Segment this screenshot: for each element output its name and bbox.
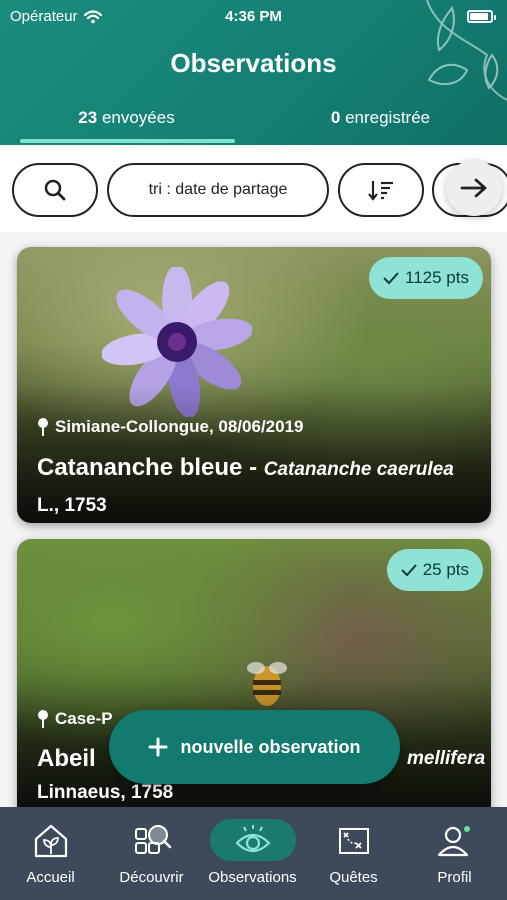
tab-saved-count: 0 — [330, 108, 341, 127]
location-text: Case-P — [55, 709, 113, 728]
check-icon — [383, 272, 399, 285]
tab-sent-label: envoyées — [101, 108, 175, 127]
tab-sent-count: 23 — [78, 108, 98, 127]
status-bar: Opérateur 4:36 PM — [0, 6, 507, 28]
filter-bar: tri : date de partage — [0, 160, 507, 222]
location-pin-icon — [38, 418, 48, 436]
observation-card[interactable]: 1125 pts Simiane-Collongue, 08/06/2019 C… — [17, 247, 491, 523]
common-name: Catananche bleue - — [37, 454, 264, 481]
nav-item-observations[interactable]: Observations — [202, 807, 303, 900]
new-observation-label: nouvelle observation — [180, 736, 361, 757]
clock: 4:36 PM — [225, 8, 282, 25]
plus-icon — [148, 737, 168, 757]
sort-select[interactable]: tri : date de partage — [107, 163, 329, 217]
tabs: 23 envoyées 0 enregistrée — [0, 108, 507, 145]
tab-saved[interactable]: 0 enregistrée — [254, 108, 507, 145]
tab-saved-label: enregistrée — [345, 108, 431, 127]
discover-grid-icon — [134, 825, 171, 854]
eye-icon — [234, 825, 271, 853]
points-value: 25 pts — [422, 560, 469, 579]
battery-icon — [467, 10, 496, 23]
sort-label: tri : date de partage — [148, 181, 288, 198]
nav-label: Accueil — [26, 869, 75, 886]
sort-descending-icon — [368, 181, 393, 201]
nav-label: Découvrir — [119, 869, 184, 886]
points-badge: 1125 pts — [369, 257, 483, 299]
observation-location: Case-P — [37, 709, 113, 729]
points-value: 1125 pts — [405, 268, 469, 287]
battery-fill — [470, 13, 488, 20]
nav-item-decouvrir[interactable]: Découvrir — [101, 807, 202, 900]
home-plant-icon — [34, 824, 67, 858]
search-icon — [44, 179, 66, 201]
nav-item-quetes[interactable]: Quêtes — [303, 807, 404, 900]
user-profile-icon — [437, 826, 470, 857]
species-name: Catananche bleue - Catananche caerulea L… — [37, 451, 461, 523]
active-tab-indicator — [20, 139, 235, 143]
search-button[interactable] — [12, 163, 98, 217]
nav-item-profil[interactable]: Profil — [404, 807, 505, 900]
check-icon — [400, 564, 417, 577]
header: Opérateur 4:36 PM Observations 23 envoyé… — [0, 0, 507, 145]
common-name: Abeil — [37, 745, 96, 772]
treasure-map-icon — [338, 828, 369, 854]
observation-location: Simiane-Collongue, 08/06/2019 — [37, 417, 303, 437]
scroll-filters-button[interactable] — [446, 160, 502, 216]
page-title: Observations — [170, 48, 337, 78]
points-badge: 25 pts — [386, 549, 483, 591]
nav-label: Observations — [208, 869, 297, 886]
arrow-right-icon — [460, 178, 487, 198]
author: Linnaeus, 1758 — [37, 782, 174, 803]
sort-order-button[interactable] — [338, 163, 424, 217]
location-pin-icon — [38, 710, 48, 728]
latin-name: Catananche caerulea — [263, 459, 454, 480]
location-text: Simiane-Collongue, 08/06/2019 — [55, 417, 304, 436]
nav-label: Quêtes — [329, 869, 378, 886]
new-observation-button[interactable]: nouvelle observation — [109, 710, 400, 784]
nav-item-accueil[interactable]: Accueil — [0, 807, 101, 900]
bottom-navigation: Accueil Découvrir Observations Quêtes Pr… — [0, 807, 507, 900]
latin-name: mellifera — [407, 748, 486, 769]
nav-label: Profil — [437, 869, 472, 886]
author: L., 1753 — [37, 495, 107, 516]
